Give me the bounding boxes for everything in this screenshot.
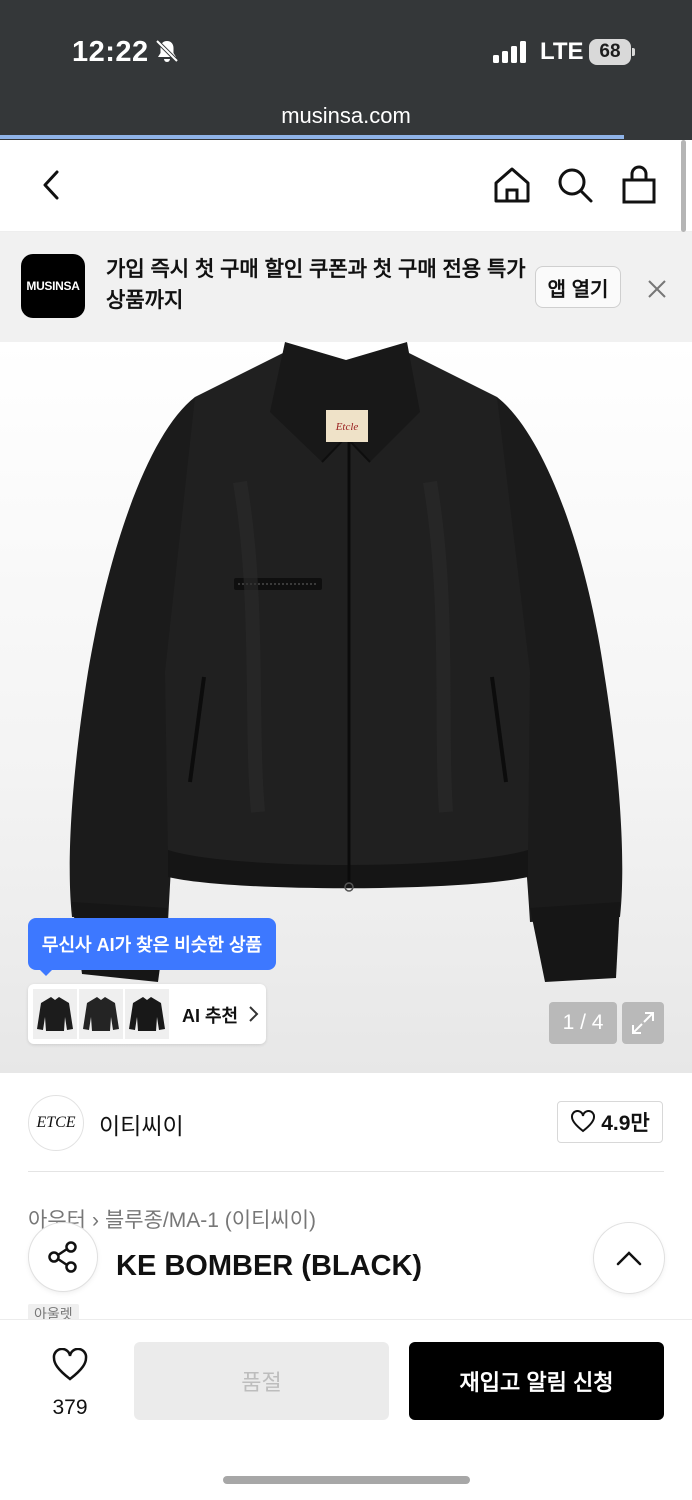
brand-row[interactable]: ETCE 이티씨이 4.9만 <box>0 1073 692 1173</box>
open-app-button[interactable]: 앱 열기 <box>535 266 621 308</box>
product-title: KE BOMBER (BLACK) <box>116 1250 423 1282</box>
brand-like-count: 4.9만 <box>601 1112 650 1135</box>
expand-image-button[interactable] <box>622 1002 664 1044</box>
home-button[interactable] <box>489 162 535 208</box>
share-icon <box>48 1241 77 1273</box>
heart-icon <box>52 1348 88 1381</box>
url-bar[interactable]: musinsa.com <box>0 100 692 140</box>
ai-thumbnail[interactable] <box>79 989 123 1039</box>
expand-icon <box>632 1012 654 1034</box>
close-icon[interactable] <box>644 276 670 302</box>
chevron-up-icon <box>616 1251 642 1266</box>
banner-message: 가입 즉시 첫 구매 할인 쿠폰과 첫 구매 전용 특가 상품까지 <box>106 258 526 312</box>
breadcrumb-item[interactable]: 블루종/MA-1 (이티씨이) <box>105 1209 316 1232</box>
brand-like-button[interactable]: 4.9만 <box>557 1101 663 1143</box>
ai-thumbnail[interactable] <box>33 989 77 1039</box>
bell-slash-icon <box>155 39 179 63</box>
status-time: 12:22 <box>72 36 149 68</box>
svg-text:Etcle: Etcle <box>335 421 359 433</box>
search-button[interactable] <box>552 162 598 208</box>
restock-alert-button[interactable]: 재입고 알림 신청 <box>409 1342 664 1420</box>
home-indicator[interactable] <box>223 1476 470 1484</box>
breadcrumb-separator: › <box>91 1209 99 1232</box>
ai-thumbnail[interactable] <box>125 989 169 1039</box>
ai-recommend-card[interactable]: AI 추천 <box>28 984 266 1044</box>
search-icon <box>558 168 593 203</box>
app-download-banner: MUSINSA 가입 즉시 첫 구매 할인 쿠폰과 첫 구매 전용 특가 상품까… <box>0 232 692 342</box>
scrollbar[interactable] <box>681 140 686 232</box>
soldout-button: 품절 <box>134 1342 389 1420</box>
brand-logo[interactable]: ETCE <box>28 1095 84 1151</box>
url-text[interactable]: musinsa.com <box>0 103 692 129</box>
network-type: LTE <box>540 38 584 65</box>
cart-button[interactable] <box>616 162 662 208</box>
tooltip-tail <box>38 968 54 976</box>
scroll-to-top-button[interactable] <box>594 1223 664 1293</box>
bottom-action-bar: 379 품절 재입고 알림 신청 <box>0 1319 692 1500</box>
top-nav <box>0 140 692 232</box>
heart-icon <box>571 1110 596 1133</box>
chevron-right-icon <box>249 1006 259 1022</box>
ai-recommend-label[interactable]: AI 추천 <box>182 1002 238 1028</box>
divider <box>28 1171 664 1172</box>
battery-level: 68 <box>599 41 621 62</box>
share-button[interactable] <box>29 1223 97 1291</box>
gallery-page-indicator: 1 / 4 <box>549 1002 617 1044</box>
wishlist-count: 379 <box>52 1396 88 1419</box>
brand-name[interactable]: 이티씨이 <box>99 1107 184 1141</box>
back-button[interactable] <box>28 162 74 208</box>
status-bar: 12:22 LTE 68 <box>0 0 692 100</box>
shopping-bag-icon <box>622 165 656 204</box>
back-arrow-icon <box>43 170 59 200</box>
ai-similar-tooltip[interactable]: 무신사 AI가 찾은 비슷한 상품 <box>28 918 276 970</box>
battery-icon: 68 <box>589 39 635 65</box>
page-load-progress <box>0 135 624 139</box>
home-icon <box>494 167 530 203</box>
wishlist-button[interactable]: 379 <box>28 1340 112 1430</box>
signal-icon <box>493 41 526 63</box>
musinsa-logo: MUSINSA <box>21 254 85 318</box>
